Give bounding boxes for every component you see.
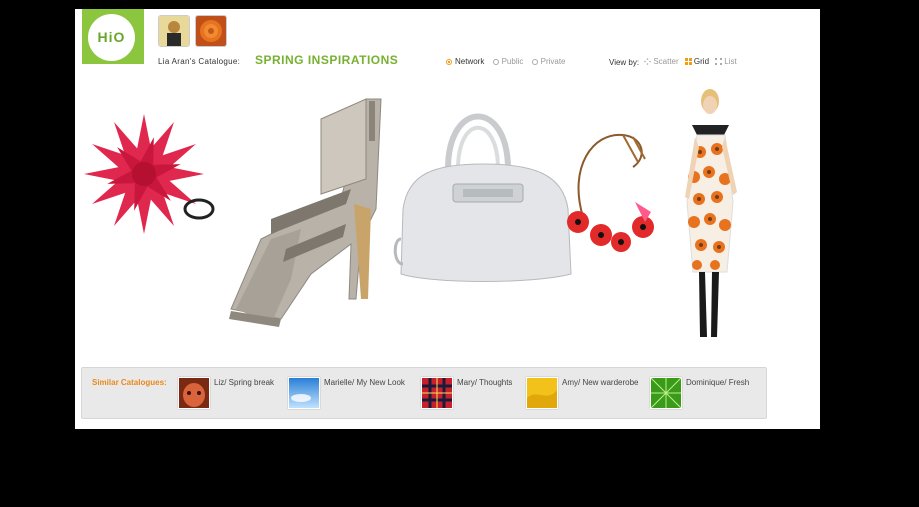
- thumb-face: [178, 377, 210, 409]
- profile-thumb-1[interactable]: [158, 15, 190, 47]
- hio-logo[interactable]: HiO: [82, 9, 144, 64]
- thumb-leaf: [650, 377, 682, 409]
- similar-catalogue-name[interactable]: Liz/ Spring break: [214, 378, 274, 387]
- flower-necklace-image[interactable]: [563, 127, 663, 267]
- silver-sandal-image[interactable]: [161, 79, 386, 329]
- thumb-plaid: [421, 377, 453, 409]
- grid-icon: [684, 58, 692, 65]
- view-by-label: View by:: [609, 58, 640, 67]
- view-by-controls: View by: Scatter Grid List: [609, 57, 741, 67]
- thumb-sky: [288, 377, 320, 409]
- view-scatter-option[interactable]: Scatter: [644, 57, 679, 66]
- visibility-network-radio[interactable]: Network: [446, 57, 484, 66]
- catalogue-title: SPRING INSPIRATIONS: [255, 53, 399, 67]
- catalogue-page: HiO Lia Aran's Catalogue: SPRING INSPIRA…: [75, 9, 820, 429]
- thumb-yellow: [526, 377, 558, 409]
- similar-catalogue-name[interactable]: Dominique/ Fresh: [686, 378, 749, 387]
- view-list-option[interactable]: List: [715, 57, 737, 66]
- similar-catalogue-name[interactable]: Amy/ New warderobe: [562, 378, 638, 387]
- list-icon: [715, 58, 723, 65]
- white-handbag-image[interactable]: [393, 89, 573, 289]
- scatter-icon: [644, 58, 652, 65]
- similar-catalogues-label: Similar Catalogues:: [92, 378, 167, 387]
- view-grid-option[interactable]: Grid: [684, 57, 709, 66]
- similar-catalogue-name[interactable]: Marielle/ My New Look: [324, 378, 405, 387]
- similar-catalogues-bar: Similar Catalogues: Liz/ Spring break Ma…: [81, 367, 767, 419]
- visibility-private-radio[interactable]: Private: [531, 57, 566, 66]
- catalogue-owner-label: Lia Aran's Catalogue:: [158, 57, 241, 66]
- logo-text: HiO: [88, 14, 135, 61]
- visibility-radio-group: Network Public Private: [446, 57, 572, 67]
- visibility-public-radio[interactable]: Public: [492, 57, 523, 66]
- profile-thumb-2[interactable]: [195, 15, 227, 47]
- model-orange-dress-image[interactable]: [667, 87, 757, 347]
- similar-catalogue-name[interactable]: Mary/ Thoughts: [457, 378, 512, 387]
